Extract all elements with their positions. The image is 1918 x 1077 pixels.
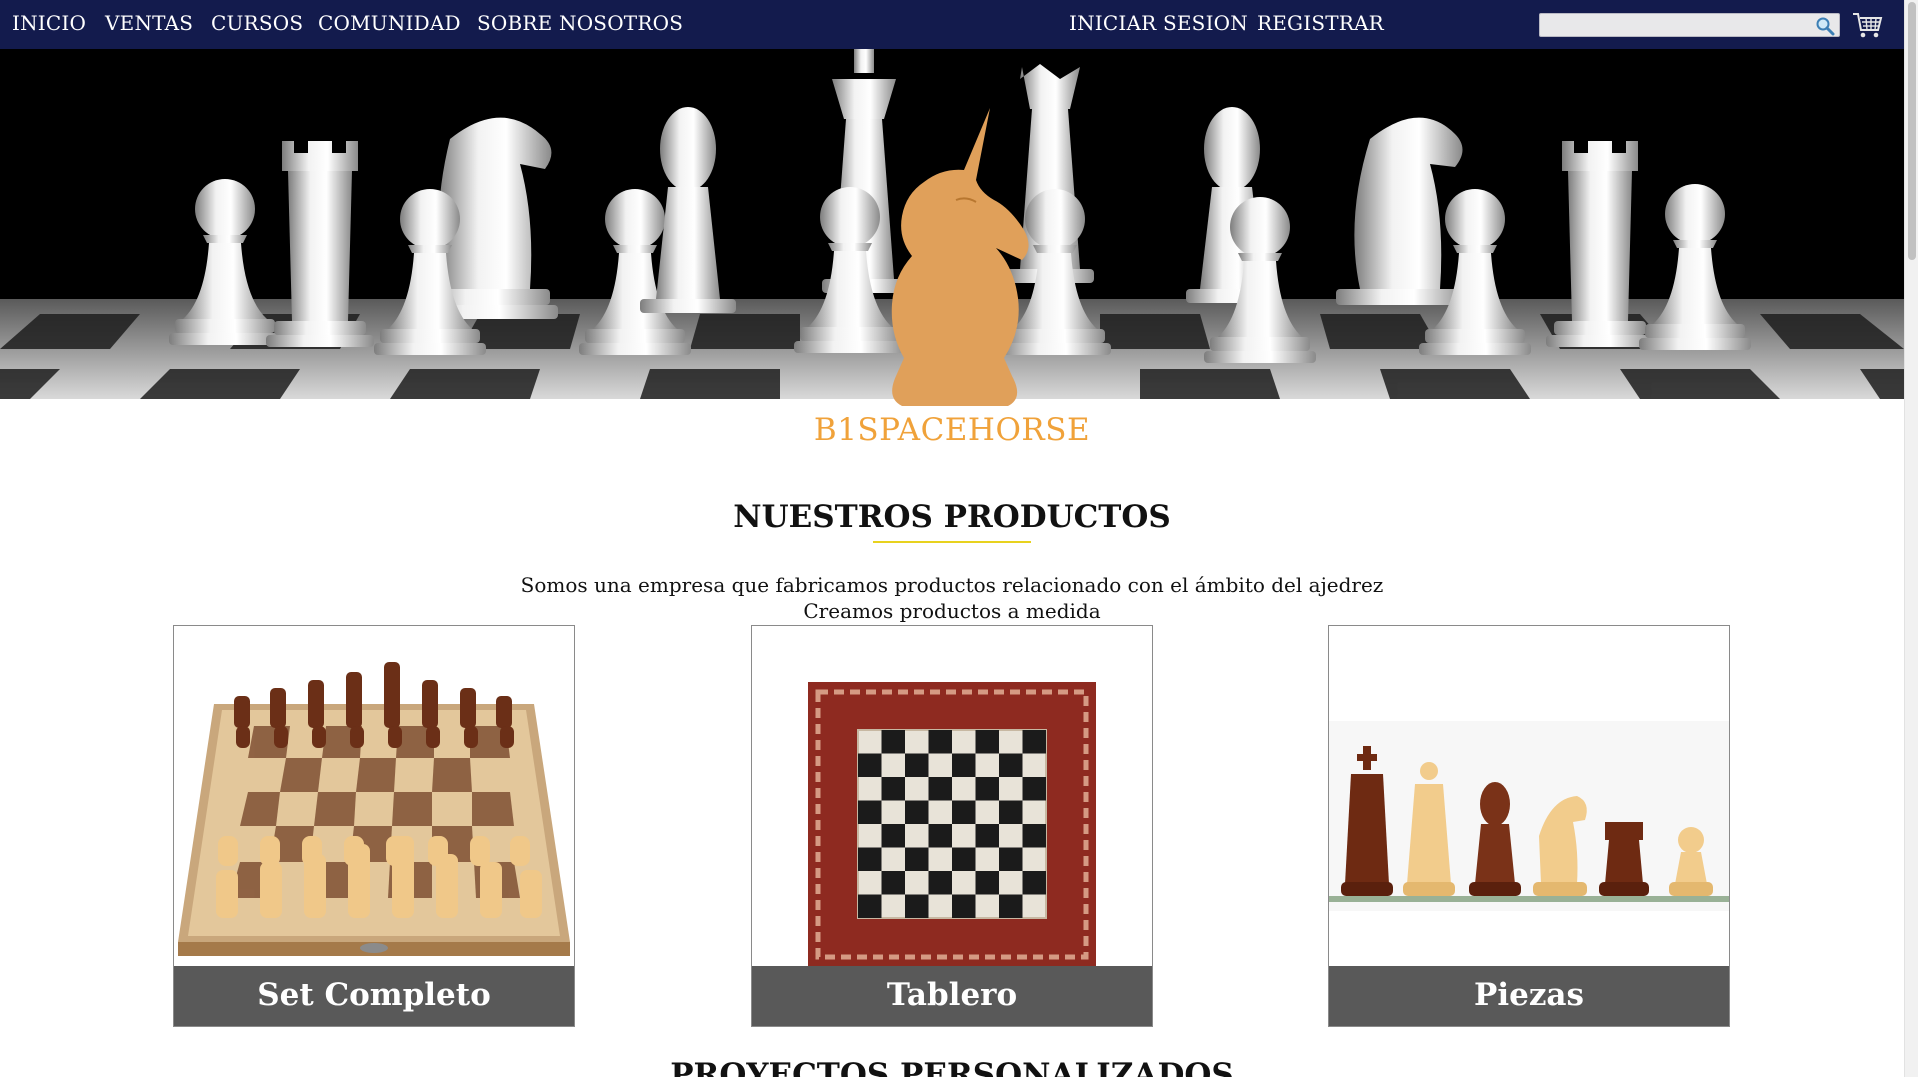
top-navigation: INICIO VENTAS CURSOS COMUNIDAD SOBRE NOS… xyxy=(0,0,1904,49)
card-label-tablero[interactable]: Tablero xyxy=(752,966,1152,1026)
product-card-set-completo[interactable]: Set Completo xyxy=(173,625,575,1027)
board-square xyxy=(928,777,952,801)
board-square xyxy=(928,871,952,895)
board-square xyxy=(952,753,976,777)
search-input[interactable] xyxy=(1540,14,1810,37)
board-square xyxy=(952,847,976,871)
chess-pieces-image[interactable] xyxy=(1329,626,1729,967)
intro-line-2: Creamos productos a medida xyxy=(803,599,1101,623)
product-card-tablero[interactable]: Tablero xyxy=(751,625,1153,1027)
title-underline xyxy=(873,541,1031,543)
board-square xyxy=(881,777,905,801)
board-square xyxy=(905,847,929,871)
board-square xyxy=(952,800,976,824)
products-intro: Somos una empresa que fabricamos product… xyxy=(0,572,1904,624)
board-square xyxy=(858,894,882,918)
product-card-piezas[interactable]: Piezas xyxy=(1328,625,1730,1027)
board-square xyxy=(999,800,1023,824)
nav-comunidad-link[interactable]: COMUNIDAD xyxy=(318,11,461,35)
scrollbar-thumb[interactable] xyxy=(1908,2,1916,260)
board-square xyxy=(858,800,882,824)
chess-board-image[interactable] xyxy=(752,626,1152,967)
board-square xyxy=(975,777,999,801)
board-square xyxy=(1022,871,1046,895)
page-scrollbar[interactable] xyxy=(1904,0,1918,1077)
board-square xyxy=(1022,777,1046,801)
nav-cursos-link[interactable]: CURSOS xyxy=(211,11,303,35)
board-square xyxy=(952,894,976,918)
intro-line-1: Somos una empresa que fabricamos product… xyxy=(520,573,1384,597)
nav-ventas-link[interactable]: VENTAS xyxy=(105,11,193,35)
board-square xyxy=(881,824,905,848)
board-square xyxy=(1022,730,1046,754)
board-square xyxy=(858,753,882,777)
board-square xyxy=(999,753,1023,777)
board-square xyxy=(975,824,999,848)
board-square xyxy=(881,871,905,895)
board-square xyxy=(905,894,929,918)
board-square xyxy=(975,871,999,895)
board-square xyxy=(928,730,952,754)
chess-set-image[interactable] xyxy=(174,626,574,967)
board-square xyxy=(999,894,1023,918)
card-label-piezas[interactable]: Piezas xyxy=(1329,966,1729,1026)
board-square xyxy=(858,847,882,871)
board-square xyxy=(1022,824,1046,848)
nav-sobre-nosotros-link[interactable]: SOBRE NOSOTROS xyxy=(477,11,683,35)
products-section-title: NUESTROS PRODUCTOS xyxy=(733,499,1171,535)
board-square xyxy=(975,730,999,754)
unicorn-knight-icon xyxy=(891,108,1029,406)
nav-iniciar-sesion-link[interactable]: INICIAR SESION xyxy=(1069,11,1248,35)
card-label-set-completo[interactable]: Set Completo xyxy=(174,966,574,1026)
cart-icon[interactable] xyxy=(1852,11,1884,39)
search-box xyxy=(1539,13,1840,37)
brand-name: B1SPACEHORSE xyxy=(813,412,1091,448)
custom-projects-section-title: PROYECTOS PERSONALIZADOS xyxy=(670,1057,1234,1077)
board-square xyxy=(905,753,929,777)
board-square xyxy=(999,847,1023,871)
board-square xyxy=(928,824,952,848)
nav-registrar-link[interactable]: REGISTRAR xyxy=(1257,11,1384,35)
search-icon[interactable] xyxy=(1815,16,1835,36)
board-square xyxy=(905,800,929,824)
board-square xyxy=(881,730,905,754)
nav-inicio-link[interactable]: INICIO xyxy=(12,11,86,35)
